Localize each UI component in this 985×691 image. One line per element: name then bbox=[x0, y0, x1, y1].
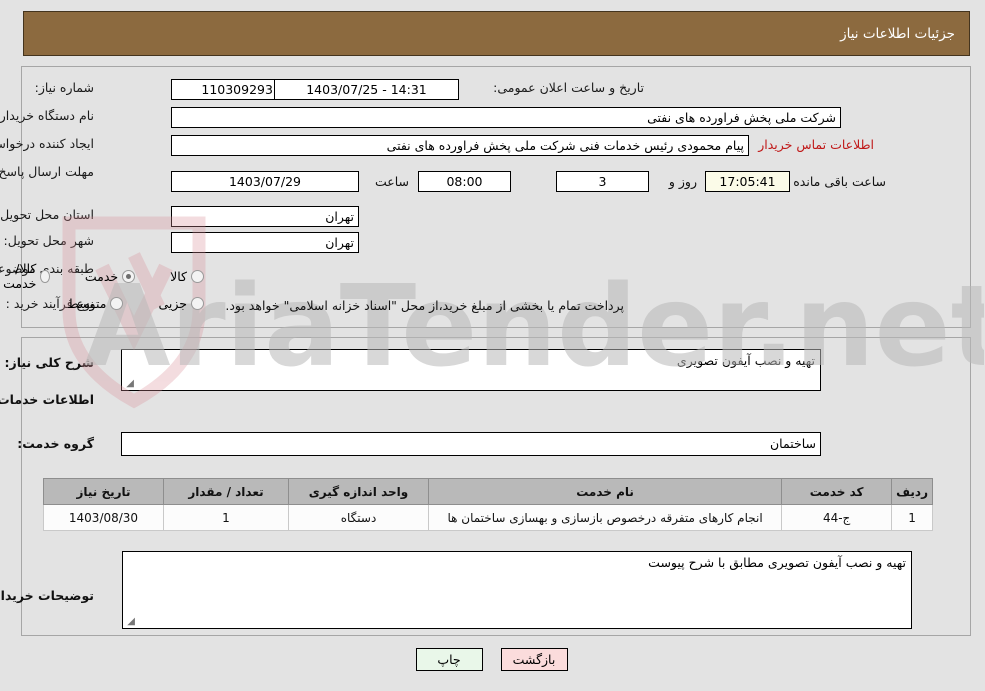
creator-label-wrap: ایجاد کننده درخواست: bbox=[0, 136, 95, 151]
radio-circle-selected-icon[interactable] bbox=[123, 269, 137, 283]
countdown-timer-value: 17:05:41 bbox=[706, 171, 791, 192]
process-option-label-1: متوسط bbox=[68, 296, 108, 311]
col-header-code: کد خدمت bbox=[782, 478, 894, 505]
creator-label: ایجاد کننده درخواست: bbox=[0, 136, 95, 151]
city-label-wrap: شهر محل تحویل: bbox=[5, 233, 95, 248]
table-header-row: ردیف کد خدمت نام خدمت واحد اندازه گیری ت… bbox=[44, 478, 934, 505]
announce-label-wrap: تاریخ و ساعت اعلان عمومی: bbox=[494, 80, 645, 95]
deadline-label-wrap: مهلت ارسال پاسخ: تا تاریخ: bbox=[0, 164, 95, 179]
process-radio-motavasset[interactable]: متوسط bbox=[68, 296, 125, 311]
days-label: روز و bbox=[669, 174, 698, 189]
category-radio-kala-khedmat[interactable]: کالا/خدمت bbox=[1, 261, 51, 291]
radio-circle-icon[interactable] bbox=[192, 269, 205, 283]
category-option-label-2: کالا/خدمت bbox=[4, 261, 38, 291]
payment-note-text: پرداخت تمام یا بخشی از مبلغ خرید،از محل … bbox=[226, 298, 625, 313]
col-header-date: تاریخ نیاز bbox=[44, 478, 165, 505]
service-group-label: گروه خدمت: bbox=[18, 436, 95, 451]
col-header-row-no: ردیف bbox=[892, 478, 934, 505]
public-announce-value: 14:31 - 1403/07/25 bbox=[275, 79, 460, 100]
col-header-quantity: تعداد / مقدار bbox=[164, 478, 290, 505]
general-desc-value: تهیه و نصب آیفون تصویری bbox=[677, 353, 816, 368]
category-radio-khedmat[interactable]: خدمت bbox=[85, 268, 137, 284]
province-value: تهران bbox=[172, 206, 360, 227]
radio-circle-icon[interactable] bbox=[192, 297, 205, 310]
col-header-unit: واحد اندازه گیری bbox=[289, 478, 430, 505]
province-label-wrap: استان محل تحویل: bbox=[0, 207, 95, 222]
general-desc-textarea[interactable]: تهیه و نصب آیفون تصویری ◢ bbox=[122, 349, 822, 391]
process-radio-jozii[interactable]: جزیی bbox=[159, 296, 205, 311]
deadline-time-value: 08:00 bbox=[419, 171, 512, 192]
resize-grip-icon[interactable]: ◢ bbox=[125, 379, 135, 389]
deadline-date-value: 1403/07/29 bbox=[172, 171, 360, 192]
cell-service-code: ج-44 bbox=[782, 504, 894, 531]
page-title: جزئیات اطلاعات نیاز bbox=[841, 25, 956, 42]
general-desc-label: شرح کلی نیاز: bbox=[5, 355, 95, 370]
buyer-notes-value: تهیه و نصب آیفون تصویری مطابق با شرح پیو… bbox=[649, 555, 907, 570]
remaining-days-value: 3 bbox=[557, 171, 650, 192]
province-label: استان محل تحویل: bbox=[0, 207, 95, 222]
cell-row-no: 1 bbox=[892, 504, 934, 531]
category-option-label-1: خدمت bbox=[85, 268, 120, 284]
city-label: شهر محل تحویل: bbox=[4, 233, 95, 248]
print-button[interactable]: چاپ bbox=[416, 648, 484, 671]
cell-service-name: انجام کارهای متفرقه درخصوص بازسازی و بهس… bbox=[428, 504, 784, 531]
buyer-org-label: نام دستگاه خریدار: bbox=[0, 108, 95, 123]
col-header-name: نام خدمت bbox=[428, 478, 784, 505]
process-radio-group: جزیی متوسط bbox=[38, 296, 205, 311]
public-announce-label: تاریخ و ساعت اعلان عمومی: bbox=[494, 80, 645, 95]
buyer-org-value: شرکت ملی پخش فراورده های نفتی bbox=[172, 107, 842, 128]
buyer-org-label-wrap: نام دستگاه خریدار: bbox=[0, 108, 95, 123]
cell-need-date: 1403/08/30 bbox=[44, 504, 165, 531]
resize-grip-icon[interactable]: ◢ bbox=[126, 617, 136, 627]
service-group-value: ساختمان bbox=[122, 432, 822, 456]
creator-value: پیام محمودی رئیس خدمات فنی شرکت ملی پخش … bbox=[172, 135, 750, 156]
need-number-label: شماره نیاز: bbox=[35, 80, 95, 95]
category-radio-kala[interactable]: کالا bbox=[171, 269, 205, 284]
radio-circle-icon[interactable] bbox=[111, 297, 125, 310]
cell-quantity: 1 bbox=[164, 504, 290, 531]
process-option-label-0: جزیی bbox=[159, 296, 188, 311]
back-button[interactable]: بازگشت bbox=[501, 648, 569, 671]
buyer-notes-label: توضیحات خریدار: bbox=[0, 588, 95, 603]
services-section-title: اطلاعات خدمات مورد نیاز bbox=[0, 392, 95, 407]
page-header-bar: جزئیات اطلاعات نیاز bbox=[24, 11, 971, 56]
category-option-label-0: کالا bbox=[171, 268, 188, 284]
services-table: ردیف کد خدمت نام خدمت واحد اندازه گیری ت… bbox=[44, 478, 934, 531]
buyer-contact-link[interactable]: اطلاعات تماس خریدار bbox=[759, 137, 875, 152]
footer-button-bar: بازگشت چاپ bbox=[0, 648, 985, 671]
buyer-notes-textarea[interactable]: تهیه و نصب آیفون تصویری مطابق با شرح پیو… bbox=[123, 551, 913, 629]
city-value: تهران bbox=[172, 232, 360, 253]
cell-unit: دستگاه bbox=[289, 504, 430, 531]
category-radio-group: کالا خدمت کالا/خدمت bbox=[0, 261, 205, 291]
deadline-label: مهلت ارسال پاسخ: تا تاریخ: bbox=[0, 164, 95, 179]
remaining-hours-label: ساعت باقی مانده bbox=[794, 174, 887, 189]
hour-label: ساعت bbox=[375, 174, 410, 189]
need-number-label-wrap: شماره نیاز: bbox=[36, 80, 95, 95]
table-row: 1 ج-44 انجام کارهای متفرقه درخصوص بازساز… bbox=[44, 504, 934, 531]
radio-circle-icon[interactable] bbox=[41, 269, 51, 283]
